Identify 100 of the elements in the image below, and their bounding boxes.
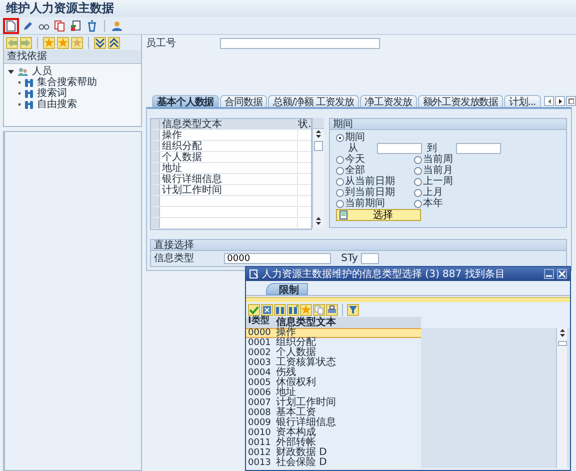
- column-header: 状.: [297, 119, 312, 129]
- window-title: 维护人力资源主数据: [0, 0, 576, 17]
- option-label: 从当前日期: [345, 176, 396, 187]
- list-row[interactable]: 0005 休假权利: [246, 378, 421, 388]
- tree-item[interactable]: 集合搜索帮助: [37, 77, 97, 88]
- radio-button[interactable]: [414, 166, 422, 174]
- tree-item[interactable]: 搜索词: [37, 88, 67, 99]
- expanded-caret-icon[interactable]: [8, 68, 14, 75]
- scroll-up-icon[interactable]: [558, 328, 566, 333]
- list-row[interactable]: 0011 外部转帐: [246, 438, 421, 448]
- option-label: 本年: [423, 198, 444, 209]
- trash-button[interactable]: [85, 18, 99, 32]
- option-label: 上一周: [423, 176, 454, 187]
- new-document-button[interactable]: [3, 18, 19, 34]
- tree-item[interactable]: 自由搜索: [37, 99, 77, 110]
- list-row[interactable]: 0007 计划工作时间: [246, 398, 421, 408]
- star-add-button[interactable]: [43, 36, 55, 48]
- field-label: 到: [427, 143, 438, 154]
- table-cell-text: 计划工作时间: [161, 185, 224, 195]
- list-row[interactable]: 0006 地址: [246, 388, 421, 398]
- select-button[interactable]: 选择: [336, 209, 422, 221]
- document-icon[interactable]: [339, 210, 348, 220]
- employee-number-field[interactable]: [220, 38, 380, 49]
- window-icon: [249, 269, 259, 279]
- option-label: 当前周: [423, 154, 454, 165]
- list-row[interactable]: 0010 资本构成: [246, 428, 421, 438]
- star-button[interactable]: [57, 36, 69, 48]
- copy-button[interactable]: [53, 18, 67, 32]
- column-header: I类型: [247, 317, 270, 328]
- scroll-thumb[interactable]: [558, 341, 566, 346]
- radio-button[interactable]: [336, 200, 344, 208]
- tab[interactable]: 净工资发放: [360, 95, 417, 107]
- field-label: 从: [348, 143, 358, 154]
- subtype-field[interactable]: [360, 253, 379, 264]
- table-cell-text: 个人数据: [161, 152, 204, 162]
- list-row[interactable]: 0001 组织分配: [246, 338, 421, 348]
- tab[interactable]: 基本个人数据: [152, 95, 219, 107]
- scroll-down-icon[interactable]: [315, 134, 322, 139]
- list-row[interactable]: 0002 个人数据: [246, 348, 421, 358]
- list-row[interactable]: 0009 银行详细信息: [246, 418, 421, 428]
- list-row[interactable]: 0012 财政数据 D: [246, 448, 421, 458]
- collapse-button[interactable]: [108, 36, 120, 48]
- scroll-thumb[interactable]: [314, 141, 324, 151]
- tab[interactable]: 限制: [266, 283, 308, 295]
- option-label: 全部: [345, 165, 366, 176]
- bullet-icon: [18, 81, 21, 84]
- star-remove-button[interactable]: [71, 36, 83, 48]
- radio-button[interactable]: [336, 134, 344, 142]
- group-title: 直接选择: [151, 240, 566, 251]
- field-label: 信息类型: [154, 253, 194, 264]
- filter-button[interactable]: [347, 304, 359, 316]
- back-arrow-button[interactable]: [6, 36, 18, 48]
- radio-button[interactable]: [336, 166, 344, 174]
- list-row[interactable]: 0000 操作: [246, 328, 421, 338]
- column-header: 信息类型文本: [161, 119, 224, 129]
- scroll-down-icon[interactable]: [558, 333, 566, 338]
- tree-item[interactable]: 人员: [32, 66, 52, 77]
- option-label: 上月: [423, 187, 444, 198]
- print-button[interactable]: [326, 304, 338, 316]
- radio-button[interactable]: [336, 178, 344, 186]
- radio-button[interactable]: [414, 178, 422, 186]
- option-label: 当前月: [423, 165, 454, 176]
- person-button[interactable]: [110, 18, 124, 32]
- column-header: 信息类型文本: [274, 317, 336, 328]
- dialog-title: 人力资源主数据维护的信息类型选择 (3) 887 找到条目: [262, 268, 506, 280]
- delimit-button[interactable]: [69, 18, 83, 32]
- to-date-field[interactable]: [456, 143, 502, 154]
- list-row[interactable]: 0008 基本工资: [246, 408, 421, 418]
- star-button[interactable]: [300, 304, 312, 316]
- forward-arrow-button[interactable]: [20, 36, 32, 48]
- infotype-field[interactable]: 0000: [224, 253, 332, 264]
- expand-button[interactable]: [94, 36, 106, 48]
- option-label: 期间: [345, 132, 366, 143]
- group-title: 期间: [330, 119, 566, 130]
- table-cell-text: 银行详细信息: [161, 174, 224, 184]
- tab[interactable]: 额外工资发放数据: [418, 95, 503, 107]
- radio-button[interactable]: [414, 188, 422, 196]
- radio-button[interactable]: [336, 188, 344, 196]
- check-button[interactable]: [248, 304, 260, 316]
- tab[interactable]: 合同数据: [220, 95, 268, 107]
- bullet-icon: [18, 103, 21, 106]
- scroll-up-icon[interactable]: [315, 216, 322, 221]
- list-row[interactable]: 0004 伤残: [246, 368, 421, 378]
- table-cell-text: 地址: [161, 163, 182, 173]
- from-date-field[interactable]: [377, 143, 422, 154]
- list-row[interactable]: 0013 社会保险 D: [246, 458, 421, 468]
- table-cell-text: 操作: [161, 130, 184, 140]
- radio-button[interactable]: [414, 156, 422, 164]
- radio-button[interactable]: [414, 200, 422, 208]
- field-label: 员工号: [146, 38, 176, 49]
- tab[interactable]: 总额/净额 工资发放: [268, 95, 359, 107]
- cancel-button[interactable]: [261, 304, 273, 316]
- tab[interactable]: 计划...: [504, 95, 540, 107]
- bullet-icon: [18, 92, 21, 95]
- table-cell-text: 组织分配: [161, 141, 204, 151]
- option-label: 到当前日期: [345, 187, 396, 198]
- list-row[interactable]: 0003 工资核算状态: [246, 358, 421, 368]
- people-icon: [17, 66, 29, 76]
- scroll-down-icon[interactable]: [315, 221, 322, 226]
- radio-button[interactable]: [336, 156, 344, 164]
